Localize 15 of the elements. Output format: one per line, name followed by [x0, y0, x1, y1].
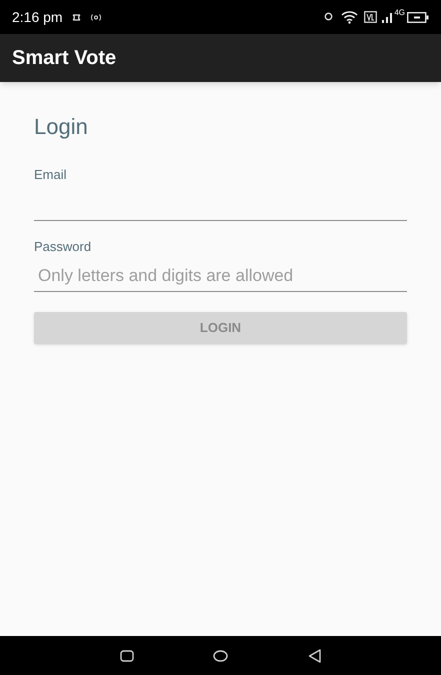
- home-icon[interactable]: [213, 650, 228, 662]
- network-type: 4G: [394, 9, 405, 17]
- hotspot-icon: [90, 12, 102, 22]
- app-title: Smart Vote: [12, 46, 116, 71]
- volte-icon: [364, 11, 378, 23]
- form-title: Login: [34, 113, 89, 141]
- input-field[interactable]: Only letters and digits are allowed: [34, 260, 407, 292]
- battery-icon: [407, 12, 429, 22]
- recents-icon[interactable]: [120, 650, 134, 662]
- field-label: Email: [34, 166, 68, 184]
- back-icon[interactable]: [308, 648, 322, 662]
- status-time: 2:16 pm: [12, 8, 63, 27]
- wifi-icon: [341, 10, 358, 24]
- signal-icon: [382, 12, 394, 22]
- field-label: Password: [34, 238, 92, 256]
